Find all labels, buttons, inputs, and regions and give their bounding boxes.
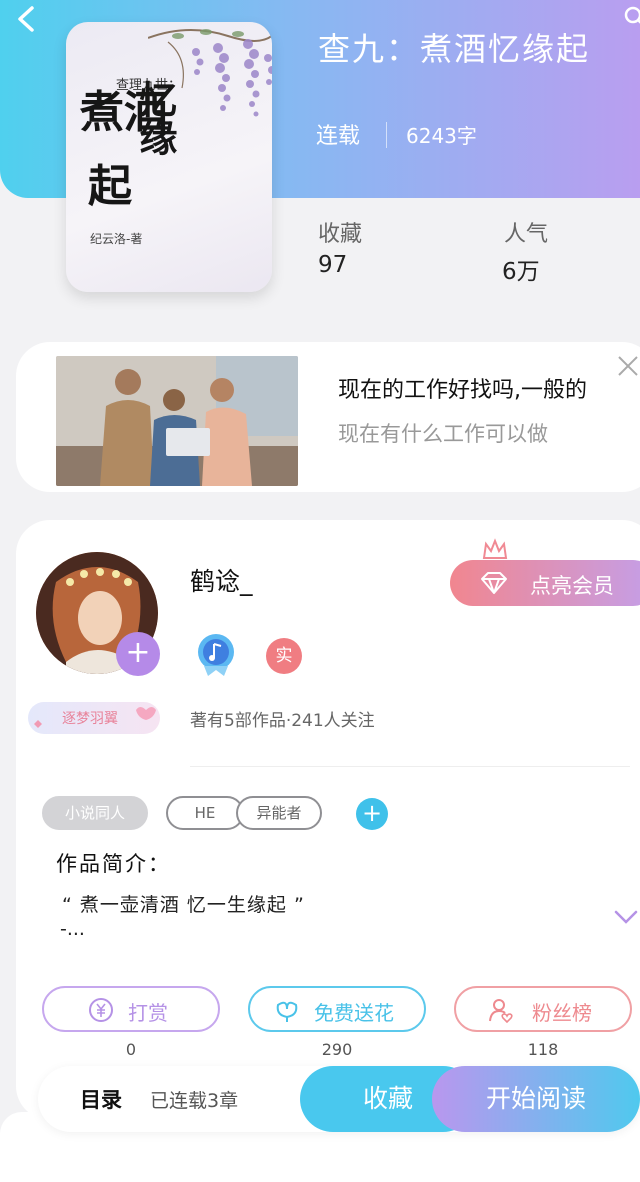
cover-author: 纪云洛-著 (90, 232, 143, 246)
bottom-action-bar: 目录 已连载3章 收藏 开始阅读 (38, 1066, 640, 1132)
divider (190, 766, 630, 767)
crown-icon (482, 538, 508, 559)
send-flower-button[interactable]: 免费送花 (248, 986, 426, 1032)
ad-subtitle: 现在有什么工作可以做 (338, 422, 548, 446)
cover-calligraphy-3: 起 (88, 161, 132, 212)
flower-icon (276, 1001, 298, 1022)
flower-count: 290 (321, 1040, 353, 1059)
search-icon[interactable] (624, 6, 640, 28)
table-of-contents-button[interactable]: 目录 (80, 1084, 122, 1114)
yuan-coin-icon (89, 998, 113, 1022)
back-icon[interactable] (12, 4, 42, 34)
tag-superpower[interactable]: 异能者 (236, 796, 322, 830)
activate-vip-button[interactable]: 点亮会员 (450, 560, 640, 606)
author-card: + 逐梦羽翼 鹤谂_ 点亮会员 实 著有5部作品·241人关注 小说同人 HE … (16, 520, 640, 1120)
works-info: 著有5部作品·241人关注 (190, 711, 375, 731)
reward-button[interactable]: 打赏 (42, 986, 220, 1032)
music-badge-icon (196, 632, 236, 676)
word-count: 6243字 (406, 124, 477, 148)
cover-calligraphy-2: 忆缘 (133, 80, 178, 156)
reward-count: 0 (125, 1040, 137, 1059)
chevron-down-icon[interactable] (614, 910, 638, 926)
ad-banner[interactable]: 现在的工作好找吗,一般的 现在有什么工作可以做 (16, 342, 640, 492)
author-level-label: 逐梦羽翼 (62, 711, 118, 727)
ad-title: 现在的工作好找吗,一般的 (338, 378, 587, 403)
intro-ellipsis: -... (60, 918, 85, 940)
book-cover[interactable]: 查理九世： 煮酒 忆缘 起 纪云洛-著 (66, 22, 272, 292)
author-level-badge: 逐梦羽翼 (28, 702, 160, 734)
intro-text: “ 煮一壶清酒 忆一生缘起 ” (62, 894, 305, 916)
author-name[interactable]: 鹤谂_ (190, 562, 253, 598)
add-tag-button[interactable]: + (356, 798, 388, 830)
popularity-value: 6万 (502, 259, 540, 285)
reward-label: 打赏 (128, 1001, 168, 1025)
send-flower-label: 免费送花 (314, 1001, 394, 1025)
follow-plus-button[interactable]: + (116, 632, 160, 676)
popularity-label: 人气 (504, 222, 549, 247)
fan-ranking-label: 粉丝榜 (532, 1001, 592, 1025)
user-heart-icon (489, 999, 513, 1023)
book-status: 连载 (316, 124, 361, 149)
favorites-value: 97 (318, 252, 348, 278)
fan-ranking-button[interactable]: 粉丝榜 (454, 986, 632, 1032)
favorites-label: 收藏 (318, 222, 363, 247)
fan-count: 118 (527, 1040, 559, 1059)
status-divider (386, 122, 387, 148)
start-reading-button[interactable]: 开始阅读 (432, 1066, 640, 1132)
tag-fanfiction[interactable]: 小说同人 (42, 796, 148, 830)
tag-he[interactable]: HE (166, 796, 244, 830)
close-icon[interactable] (616, 354, 640, 378)
intro-title: 作品简介： (56, 852, 171, 876)
ad-image (56, 356, 298, 486)
real-name-badge: 实 (266, 638, 302, 674)
book-title: 查九：煮酒忆缘起 (318, 30, 591, 68)
vip-button-label: 点亮会员 (530, 574, 614, 598)
chapter-count[interactable]: 已连载3章 (150, 1086, 238, 1113)
diamond-icon (481, 572, 507, 594)
